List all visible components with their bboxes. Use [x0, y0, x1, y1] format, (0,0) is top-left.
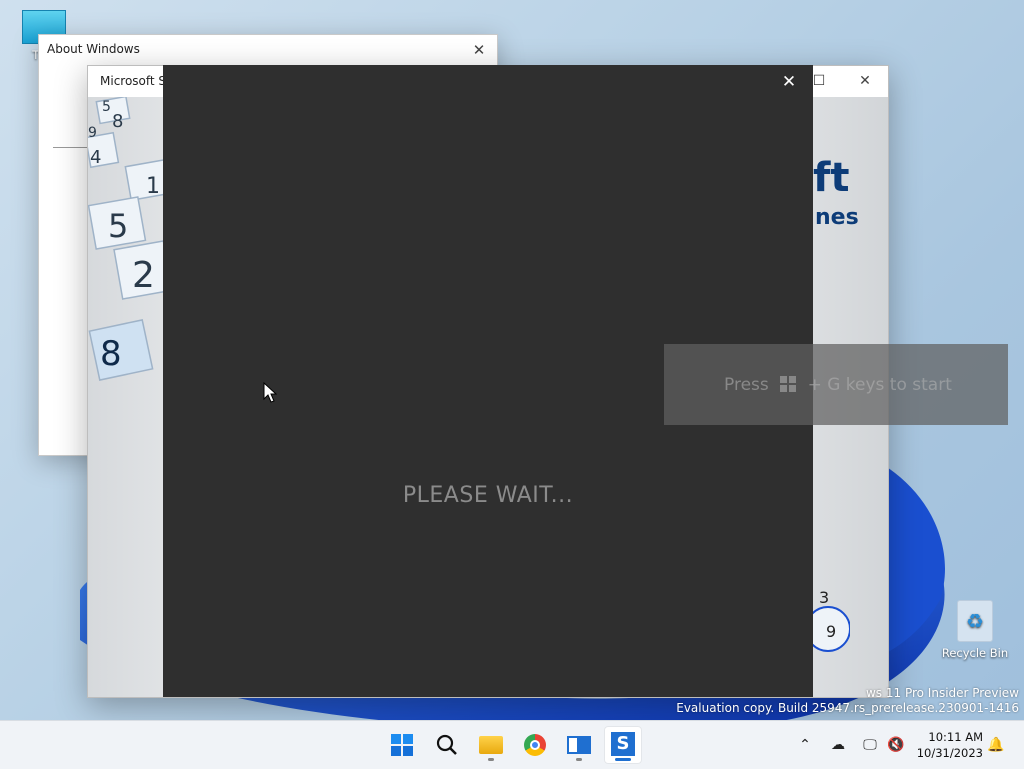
recycle-bin-icon: ♻ — [957, 600, 993, 642]
terminal-button[interactable] — [560, 726, 598, 764]
folder-icon — [479, 736, 503, 754]
close-button[interactable]: ✕ — [842, 66, 888, 97]
mouse-cursor-icon — [263, 382, 277, 403]
tile-number: 8 — [100, 334, 122, 374]
tile-number: 3 — [819, 588, 829, 607]
notification-bell-icon[interactable]: 🔔 — [986, 735, 1006, 755]
chrome-button[interactable] — [516, 726, 554, 764]
clock-time: 10:11 AM — [928, 730, 983, 744]
file-explorer-button[interactable] — [472, 726, 510, 764]
tile-number: 5 — [102, 99, 111, 115]
loading-message: PLEASE WAIT... — [402, 483, 574, 508]
running-indicator — [488, 758, 494, 761]
windows-key-icon — [780, 376, 797, 392]
sudoku-ball-art: 3 9 — [810, 588, 850, 652]
toast-suffix: + G keys to start — [807, 375, 952, 395]
close-button[interactable]: ✕ — [467, 40, 491, 60]
clock[interactable]: 10:11 AM 10/31/2023 — [917, 729, 983, 761]
start-button[interactable] — [383, 726, 421, 764]
tile-number: 4 — [90, 147, 101, 168]
tile-number: 1 — [146, 174, 160, 199]
tile-number: 9 — [88, 125, 97, 141]
onedrive-info-icon[interactable]: ☁ — [828, 735, 848, 755]
tile-number: 8 — [112, 111, 123, 132]
tile-number: 9 — [826, 622, 836, 641]
toast-prefix: Press — [724, 375, 769, 395]
window-app-icon — [567, 736, 591, 754]
taskbar: S ⌃ ☁ 🖵 🔇 10:11 AM 10/31/2023 🔔 — [0, 720, 1024, 769]
sudoku-taskbar-button[interactable]: S — [604, 726, 642, 764]
tile-number: 2 — [132, 255, 155, 296]
active-indicator — [615, 758, 631, 761]
close-button[interactable]: ✕ — [775, 71, 803, 93]
search-button[interactable] — [428, 726, 466, 764]
clock-date: 10/31/2023 — [916, 746, 983, 760]
gamebar-toast: Press + G keys to start — [664, 344, 1008, 425]
network-icon[interactable]: 🖵 — [860, 735, 880, 755]
watermark-line-2: Evaluation copy. Build 25947.rs_prerelea… — [676, 701, 1019, 715]
tile-number: 5 — [108, 207, 128, 245]
desktop-icon-label: Recycle Bin — [941, 646, 1009, 660]
windows-logo-icon — [391, 734, 413, 756]
volume-muted-icon[interactable]: 🔇 — [886, 735, 906, 755]
brand-text: ft — [813, 155, 850, 201]
search-icon — [436, 734, 457, 755]
brand-subtext: nes — [815, 205, 859, 230]
watermark-line-1: ws 11 Pro Insider Preview — [865, 686, 1019, 700]
sudoku-app-icon: S — [611, 732, 635, 756]
desktop-icon-recycle-bin[interactable]: ♻ Recycle Bin — [939, 600, 1011, 660]
window-title: About Windows — [47, 42, 140, 56]
running-indicator — [576, 758, 582, 761]
chevron-up-icon[interactable]: ⌃ — [795, 735, 815, 755]
toast-message: Press + G keys to start — [724, 375, 952, 395]
chrome-center — [530, 740, 540, 750]
